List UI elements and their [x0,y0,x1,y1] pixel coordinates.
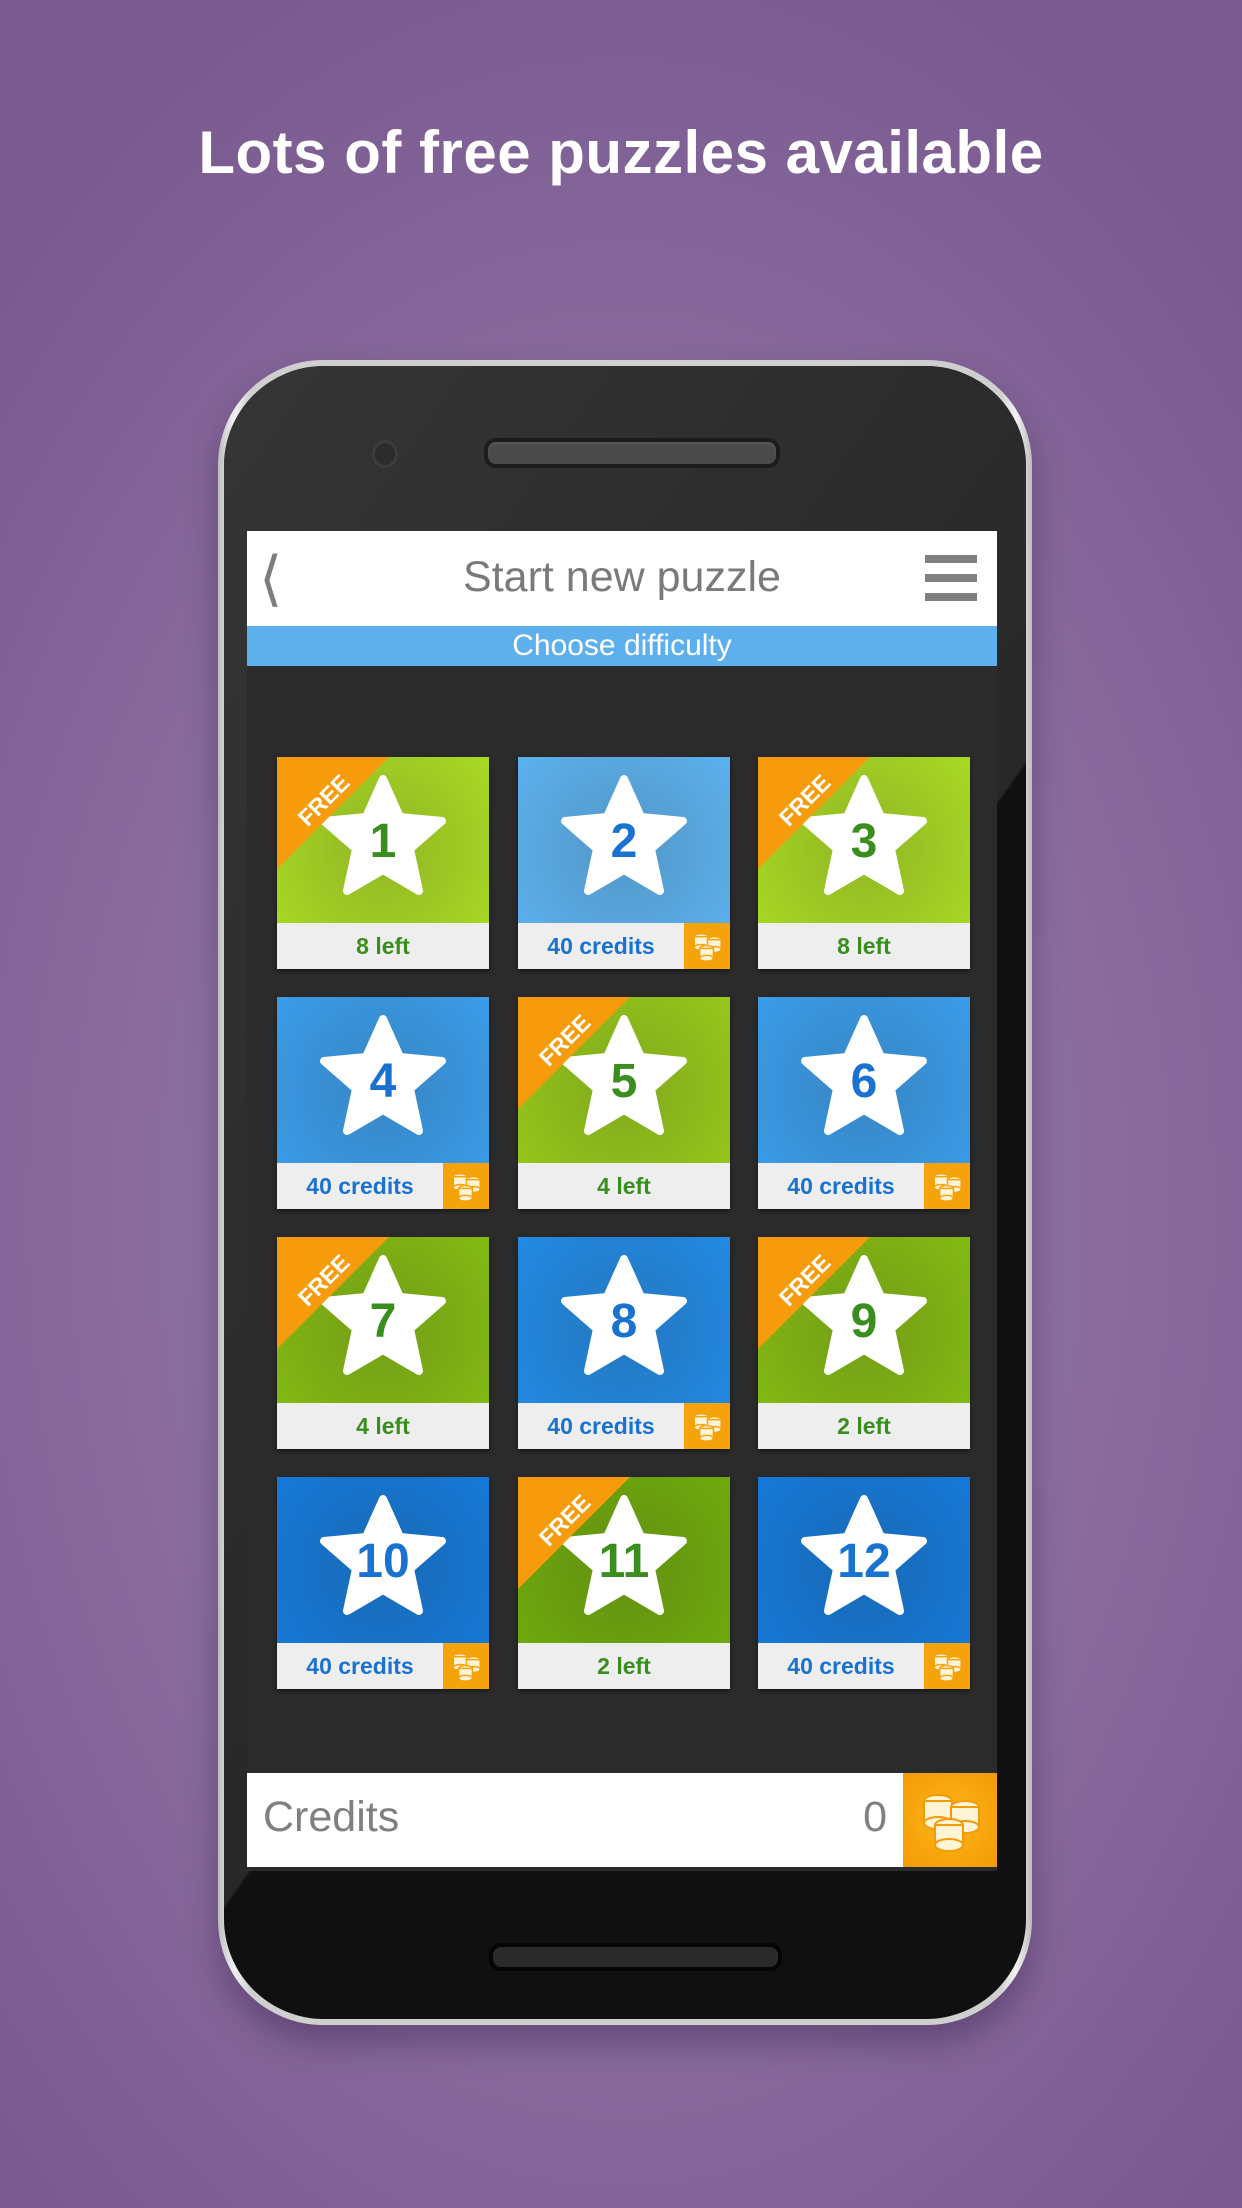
app-screen: ⟨ Start new puzzle Choose difficulty 1 FR… [247,531,997,1871]
difficulty-subtitle: Choose difficulty [247,626,997,666]
coin-badge [443,1163,489,1209]
coins-icon [452,1173,481,1202]
coin-badge [924,1643,970,1689]
page-title: Start new puzzle [463,553,781,601]
puzzle-tile-8[interactable]: 8 40 credits [518,1237,730,1449]
credits-value: 0 [863,1793,887,1841]
tile-footer-label: 4 left [277,1403,489,1449]
tile-footer-label: 2 left [758,1403,970,1449]
tile-footer-label: 40 credits [758,1163,924,1209]
puzzle-tile-4[interactable]: 4 40 credits [277,997,489,1209]
tile-footer-label: 40 credits [518,923,684,969]
app-header: ⟨ Start new puzzle [247,531,997,626]
coin-badge [684,923,730,969]
front-camera [372,440,398,468]
coins-icon [923,1794,980,1852]
puzzle-tile-5[interactable]: 5 FREE 4 left [518,997,730,1209]
hamburger-menu-icon [925,555,977,601]
tile-footer-label: 40 credits [277,1643,443,1689]
coins-icon [693,1413,722,1442]
tile-footer-label: 40 credits [758,1643,924,1689]
puzzle-tile-1[interactable]: 1 FREE 8 left [277,757,489,969]
puzzle-tile-3[interactable]: 3 FREE 8 left [758,757,970,969]
difficulty-number: 12 [837,1535,891,1588]
difficulty-number: 10 [356,1535,410,1588]
credits-bar: Credits 0 [247,1773,997,1867]
puzzle-tile-2[interactable]: 2 40 credits [518,757,730,969]
tile-footer-label: 2 left [518,1643,730,1689]
promo-headline: Lots of free puzzles available [198,119,1044,186]
phone-frame: ⟨ Start new puzzle Choose difficulty 1 FR… [218,360,1032,2025]
tile-footer-label: 40 credits [277,1163,443,1209]
coin-badge [443,1643,489,1689]
tile-footer-label: 40 credits [518,1403,684,1449]
puzzle-tile-6[interactable]: 6 40 credits [758,997,970,1209]
coins-icon [693,933,722,962]
coin-badge [924,1163,970,1209]
difficulty-number: 6 [850,1055,878,1108]
earpiece-speaker [484,438,780,468]
puzzle-grid: 1 FREE 8 left 2 40 credits 3 FREE 8 left 4 40 cre… [277,757,970,1697]
puzzle-tile-10[interactable]: 10 40 credits [277,1477,489,1689]
phone-bezel: ⟨ Start new puzzle Choose difficulty 1 FR… [224,366,1026,2019]
tile-footer-label: 8 left [758,923,970,969]
credits-label: Credits [263,1793,400,1841]
puzzle-tile-7[interactable]: 7 FREE 4 left [277,1237,489,1449]
menu-button[interactable] [925,555,977,601]
coin-badge [684,1403,730,1449]
coins-icon [933,1173,962,1202]
bottom-speaker [489,1943,782,1971]
puzzle-tile-11[interactable]: 11 FREE 2 left [518,1477,730,1689]
difficulty-number: 2 [610,815,638,868]
tile-footer-label: 4 left [518,1163,730,1209]
puzzle-tile-12[interactable]: 12 40 credits [758,1477,970,1689]
puzzle-tile-9[interactable]: 9 FREE 2 left [758,1237,970,1449]
buy-credits-button[interactable] [903,1773,997,1867]
coins-icon [452,1653,481,1682]
difficulty-number: 8 [610,1295,638,1348]
coins-icon [933,1653,962,1682]
difficulty-number: 4 [369,1055,397,1108]
tile-footer-label: 8 left [277,923,489,969]
